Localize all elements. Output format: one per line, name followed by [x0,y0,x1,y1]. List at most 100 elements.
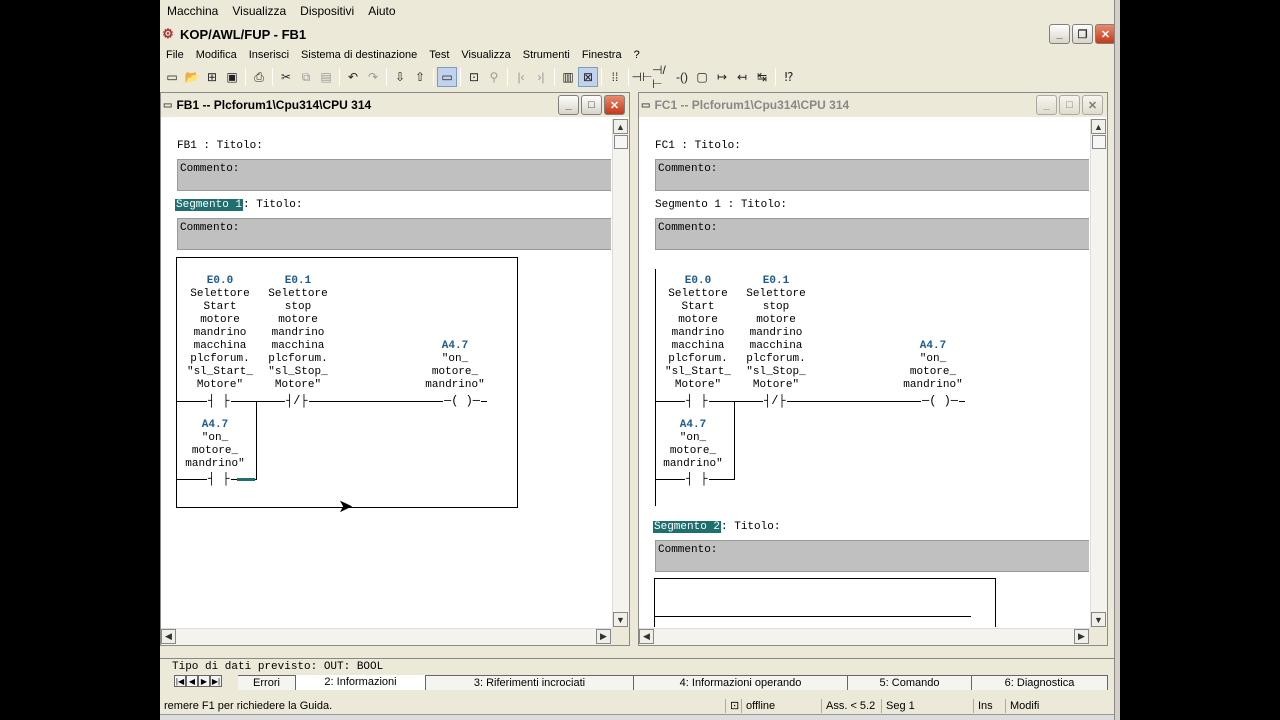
fb1-editor[interactable]: FB1 : Titolo: Commento: Segmento 1: Tito… [161,119,611,627]
tab-riferimenti-incrociati[interactable]: 3: Riferimenti incrociati [426,675,634,690]
redo-icon[interactable]: ↷ [363,67,383,87]
help-icon[interactable]: ⁉ [779,67,799,87]
scroll-thumb[interactable] [1092,135,1106,149]
nc-contact-stop[interactable]: ┤/├ [763,395,787,407]
fb1-close-button[interactable]: ✕ [604,95,625,115]
minimize-button[interactable]: _ [1049,24,1070,44]
comment-icon[interactable]: ▥ [558,67,578,87]
no-contact-start[interactable]: ┤ ├ [207,395,231,407]
block-title[interactable]: FB1 : Titolo: [177,140,263,152]
scroll-left-icon[interactable]: ◀ [639,629,654,644]
upload-icon[interactable]: ⇧ [410,67,430,87]
fc1-minimize-button[interactable]: _ [1036,95,1057,115]
block-title[interactable]: FC1 : Titolo: [655,140,741,152]
fc1-close-button[interactable]: ✕ [1082,95,1103,115]
vm-menu-macchina[interactable]: Macchina [160,4,225,18]
no-contact-start[interactable]: ┤ ├ [685,395,709,407]
connection-icon[interactable]: ↹ [752,67,772,87]
vm-menu-dispositivi[interactable]: Dispositivi [293,4,361,18]
branch-close-icon[interactable]: ↤ [732,67,752,87]
fc1-editor[interactable]: FC1 : Titolo: Commento: Segmento 1 : Tit… [639,119,1089,627]
tab-errori[interactable]: Errori [238,675,296,690]
comment-label: Commento: [180,222,240,234]
menu-finestra[interactable]: Finestra [576,49,628,61]
scroll-down-icon[interactable]: ▼ [613,612,628,627]
fb1-maximize-button[interactable]: □ [581,95,602,115]
print-icon[interactable]: ⎙ [249,67,269,87]
maximize-button[interactable]: ❐ [1072,24,1093,44]
block-comment[interactable]: Commento: [655,159,1089,191]
fb1-horizontal-scrollbar[interactable]: ◀ ▶ [161,628,611,645]
no-contact-selfhold[interactable]: ┤ ├ [207,473,231,485]
save-icon[interactable]: ▣ [222,67,242,87]
segment2-comment[interactable]: Commento: [655,540,1089,572]
scroll-thumb[interactable] [614,135,628,149]
menu-modifica[interactable]: Modifica [190,49,243,61]
block-comment[interactable]: Commento: [177,159,611,191]
download-icon[interactable]: ⇩ [390,67,410,87]
project-icon[interactable]: ⚲ [484,67,504,87]
segment2-header[interactable]: Segmento 2: Titolo: [651,520,780,534]
details-icon[interactable]: |‹ [511,67,531,87]
menu-inserisci[interactable]: Inserisci [243,49,295,61]
scroll-right-icon[interactable]: ▶ [596,629,611,644]
menu-test[interactable]: Test [423,49,455,61]
output-coil[interactable]: ─( )─ [921,395,960,407]
coil-icon[interactable]: -() [672,67,692,87]
cut-icon[interactable]: ✂ [276,67,296,87]
box-icon[interactable]: ▢ [692,67,712,87]
scroll-up-icon[interactable]: ▲ [1091,119,1106,134]
menu-visualizza[interactable]: Visualizza [455,49,516,61]
first-tab-icon[interactable]: |◀ [174,675,186,687]
program-elements-icon[interactable]: ▭ [437,67,457,87]
branch-open-icon[interactable]: ↦ [712,67,732,87]
menu-help[interactable]: ? [628,49,646,61]
nc-contact-stop[interactable]: ┤/├ [285,395,309,407]
next-tab-icon[interactable]: ▶ [198,675,210,687]
close-button[interactable]: ✕ [1095,24,1116,44]
output-coil[interactable]: ─( )─ [443,395,482,407]
scroll-up-icon[interactable]: ▲ [613,119,628,134]
no-contact-icon[interactable]: ⊣⊢ [632,67,653,87]
last-tab-icon[interactable]: ▶| [210,675,222,687]
fb1-vertical-scrollbar[interactable]: ▲ ▼ [612,119,629,627]
selected-empty-element[interactable] [237,478,255,481]
vm-menu-aiuto[interactable]: Aiuto [361,4,402,18]
accessible-nodes-icon[interactable]: ⊞ [202,67,222,87]
fc1-horizontal-scrollbar[interactable]: ◀ ▶ [639,628,1089,645]
network-icon[interactable]: ⊡ [464,67,484,87]
segment-header[interactable]: Segmento 1 : Titolo: [655,199,787,211]
new-icon[interactable]: ▭ [162,67,182,87]
menu-file[interactable]: File [160,49,190,61]
tab-comando[interactable]: 5: Comando [848,675,972,690]
scroll-right-icon[interactable]: ▶ [1074,629,1089,644]
network2-box[interactable] [654,578,996,627]
scroll-down-icon[interactable]: ▼ [1091,612,1106,627]
fc1-vertical-scrollbar[interactable]: ▲ ▼ [1090,119,1107,627]
segment-label[interactable]: Segmento 1 [655,199,721,211]
segment-comment[interactable]: Commento: [655,218,1089,250]
segment-label[interactable]: Segmento 1 [173,198,245,212]
monitor-icon[interactable]: ⊠ [578,67,598,87]
vm-menu-visualizza[interactable]: Visualizza [225,4,293,18]
symbol-icon[interactable]: ⁞⁞ [605,67,625,87]
nc-contact-icon[interactable]: ⊣/⊢ [652,63,672,91]
copy-icon[interactable]: ⧉ [296,67,316,87]
prev-tab-icon[interactable]: ◀ [186,675,198,687]
segment-header[interactable]: Segmento 1: Titolo: [173,198,302,212]
fb1-minimize-button[interactable]: _ [558,95,579,115]
menu-strumenti[interactable]: Strumenti [517,49,576,61]
tab-informazioni[interactable]: 2: Informazioni [296,675,426,690]
segment2-label[interactable]: Segmento 2 [651,520,723,534]
tab-informazioni-operando[interactable]: 4: Informazioni operando [634,675,848,690]
tab-diagnostica[interactable]: 6: Diagnostica [972,675,1108,690]
overview-icon[interactable]: ›| [531,67,551,87]
undo-icon[interactable]: ↶ [343,67,363,87]
fc1-maximize-button[interactable]: □ [1059,95,1080,115]
no-contact-selfhold[interactable]: ┤ ├ [685,473,709,485]
scroll-left-icon[interactable]: ◀ [161,629,176,644]
segment-comment[interactable]: Commento: [177,218,611,250]
menu-sistema-destinazione[interactable]: Sistema di destinazione [295,49,423,61]
paste-icon[interactable]: ▤ [316,67,336,87]
open-icon[interactable]: 📂 [182,67,202,87]
